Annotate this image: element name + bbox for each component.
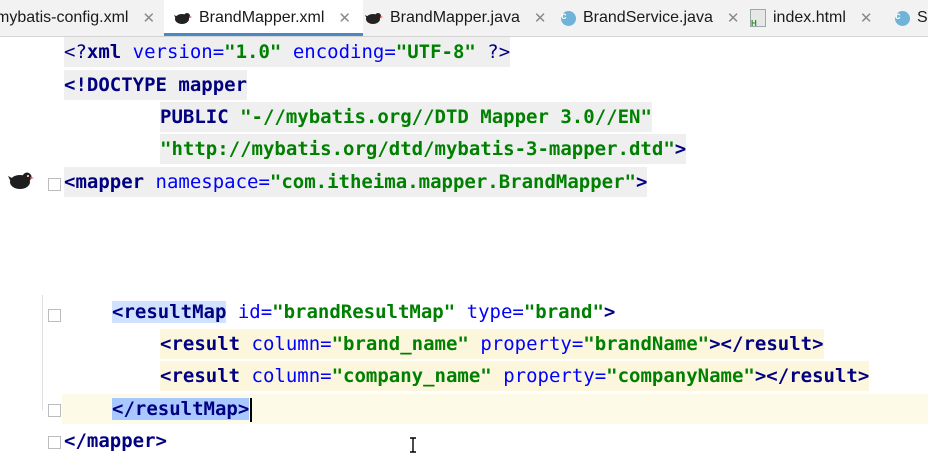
mybatis-bird-icon[interactable] <box>8 171 34 191</box>
tab-brandservice-java[interactable]: c BrandService.java ✕ <box>553 0 751 36</box>
code-line-mapper-close: </mapper> <box>64 430 167 452</box>
code-line-1: <?xml version="1.0" encoding="UTF-8" ?> <box>64 37 511 67</box>
fold-marker[interactable] <box>48 309 61 322</box>
mybatis-bird-icon <box>365 13 383 24</box>
close-icon[interactable]: ✕ <box>142 9 155 27</box>
close-icon[interactable]: ✕ <box>534 9 547 27</box>
tab-brandmapper-java[interactable]: BrandMapper.java ✕ <box>357 0 558 36</box>
fold-marker[interactable] <box>48 436 61 449</box>
class-c-icon: c <box>561 10 576 26</box>
tab-mybatis-config-xml[interactable]: mybatis-config.xml ✕ <box>0 0 167 36</box>
text-caret <box>250 397 253 422</box>
tab-label: mybatis-config.xml <box>0 9 129 26</box>
editor-tab-bar: mybatis-config.xml ✕ BrandMapper.xml ✕ B… <box>0 0 928 37</box>
code-line-resultmap-close: </resultMap> <box>112 394 253 424</box>
tab-label: index.html <box>773 9 846 26</box>
tab-brandmapper-xml[interactable]: BrandMapper.xml ✕ <box>164 0 363 36</box>
text-cursor-icon <box>410 437 416 453</box>
code-line-result-2: <result column="company_name" property="… <box>160 361 870 391</box>
code-line-result-1: <result column="brand_name" property="br… <box>160 329 824 359</box>
code-line-5: <mapper namespace="com.itheima.mapper.Br… <box>64 167 648 197</box>
fold-marker[interactable] <box>48 404 61 417</box>
tab-se[interactable]: c Se <box>887 0 928 36</box>
code-editor[interactable]: <?xml version="1.0" encoding="UTF-8" ?> … <box>62 37 928 454</box>
tab-label: BrandMapper.xml <box>199 9 325 26</box>
tab-label: BrandMapper.java <box>390 9 520 26</box>
close-icon[interactable]: ✕ <box>338 9 351 27</box>
close-icon[interactable]: ✕ <box>727 9 740 27</box>
class-c-icon: c <box>895 10 910 26</box>
tab-label: BrandService.java <box>583 9 713 26</box>
code-line-2: <!DOCTYPE mapper <box>64 70 248 100</box>
code-line-4: "http://mybatis.org/dtd/mybatis-3-mapper… <box>160 134 687 164</box>
fold-guide <box>42 295 43 410</box>
tab-label: Se <box>917 9 928 26</box>
fold-marker[interactable] <box>48 178 61 191</box>
mybatis-bird-icon <box>174 13 192 24</box>
editor-gutter <box>0 37 62 454</box>
code-line-3: PUBLIC "-//mybatis.org//DTD Mapper 3.0//… <box>160 102 652 132</box>
html-file-icon <box>750 9 766 28</box>
code-line-resultmap-open: <resultMap id="brandResultMap" type="bra… <box>112 301 616 323</box>
tab-index-html[interactable]: index.html ✕ <box>742 0 885 36</box>
close-icon[interactable]: ✕ <box>860 9 873 27</box>
